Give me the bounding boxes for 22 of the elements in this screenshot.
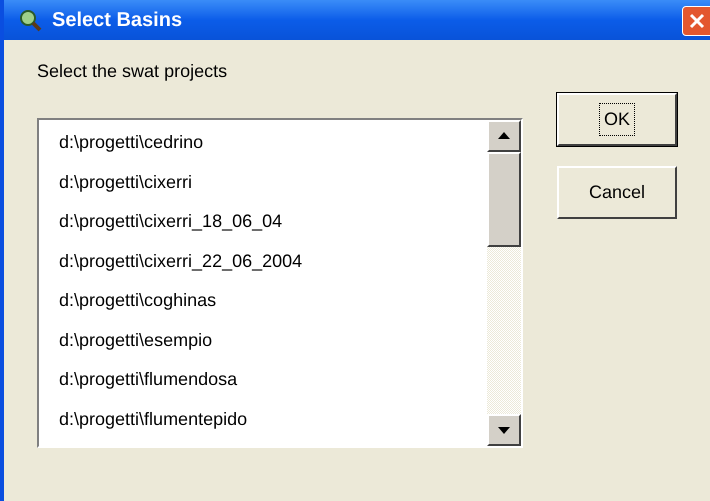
prompt-label: Select the swat projects [37, 60, 228, 83]
scroll-up-button[interactable] [487, 120, 521, 152]
dialog-button[interactable]: OK [557, 93, 677, 146]
list-item[interactable]: d:\progetti\cixerri_18_06_04 [57, 208, 284, 248]
list-item[interactable]: d:\progetti\flumentepido [57, 406, 250, 445]
list-item[interactable]: d:\progetti\cixerri_22_06_2004 [57, 248, 304, 287]
scroll-down-button[interactable] [487, 414, 521, 446]
window-title: Select Basins [52, 8, 182, 33]
list-item[interactable]: d:\progetti\coghinas [57, 287, 218, 326]
list-item[interactable]: d:\progetti\flumendosa [57, 366, 240, 406]
close-button[interactable] [682, 6, 710, 36]
up-arrow-icon [498, 132, 510, 140]
project-list[interactable]: d:\progetti\cedrino d:\progetti\cixerri d:\progetti\cixerri_18_06_04 d:\progetti\cixerri_22_06_2004 d:\progetti\coghinas d:\progetti\esempio d:\progetti\flumendosa d:\progetti\flumentepido [37, 118, 523, 448]
dialog-button[interactable]: Cancel [557, 166, 677, 219]
scrollbar[interactable] [487, 120, 521, 446]
close-icon [688, 12, 706, 30]
list-item[interactable]: d:\progetti\cixerri [57, 168, 194, 208]
list-item[interactable]: d:\progetti\cedrino [57, 129, 206, 168]
list-item[interactable]: d:\progetti\esempio [57, 326, 214, 366]
down-arrow-icon [498, 426, 510, 434]
scroll-thumb[interactable] [487, 152, 521, 247]
magnifier-icon [18, 8, 42, 32]
